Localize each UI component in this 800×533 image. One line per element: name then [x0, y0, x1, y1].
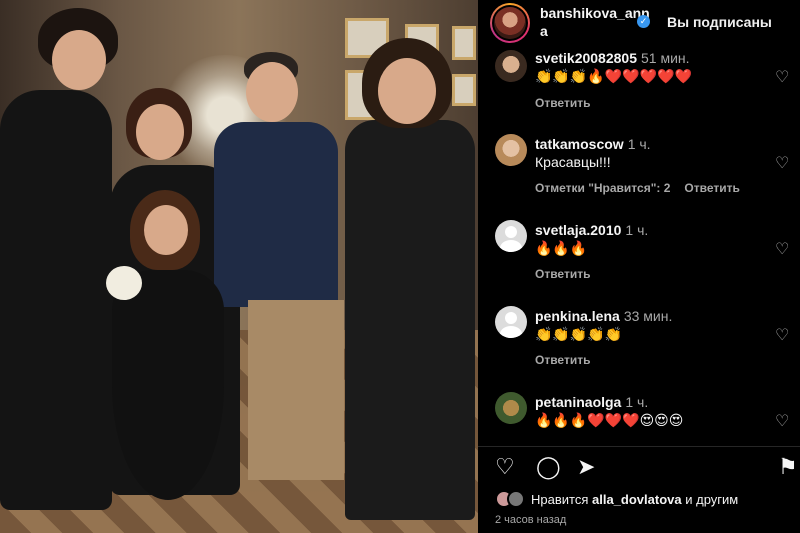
commenter-username[interactable]: svetlaja.2010 [535, 222, 621, 238]
post-time-ago: 2 часов назад [495, 514, 567, 526]
commenter-avatar[interactable] [495, 220, 527, 252]
comment-icon[interactable]: ◯ [536, 455, 561, 479]
commenter-username[interactable]: tatkamoscow [535, 136, 624, 152]
comment-like-heart-icon[interactable]: ♡ [775, 414, 791, 430]
commenter-avatar[interactable] [495, 50, 527, 82]
post-header: banshikova_anna ✓ Вы подписаны [478, 0, 800, 44]
wall-picture-frame [452, 26, 476, 60]
person-right-face [378, 58, 436, 124]
reply-button[interactable]: Ответить [535, 267, 590, 281]
likes-prefix: Нравится [531, 491, 589, 507]
person-woman-face [136, 104, 184, 160]
verified-icon: ✓ [637, 15, 650, 28]
comment-time: 1 ч. [625, 222, 649, 238]
comment-like-heart-icon[interactable]: ♡ [775, 156, 791, 172]
commenter-username[interactable]: petaninaolga [535, 394, 621, 410]
person-girl-face [144, 205, 188, 255]
bookmark-icon[interactable]: ⚑ [778, 455, 798, 479]
comment-text: 🔥🔥🔥 [535, 240, 588, 256]
commenter-avatar[interactable] [495, 134, 527, 166]
author-avatar[interactable] [490, 3, 530, 43]
comment-likes-count[interactable]: Отметки "Нравится": 2 [535, 181, 670, 195]
white-rose [106, 266, 142, 300]
comments-panel: banshikova_anna ✓ Вы подписаны svetik200… [478, 0, 800, 533]
reply-button[interactable]: Ответить [535, 96, 590, 110]
comment-time: 1 ч. [625, 394, 649, 410]
person-man-trousers [248, 300, 344, 480]
comment-like-heart-icon[interactable]: ♡ [775, 242, 791, 258]
comment-like-heart-icon[interactable]: ♡ [775, 70, 791, 86]
person-right [345, 120, 475, 520]
person-man-face [246, 62, 298, 122]
wall-picture-frame [452, 74, 476, 106]
comment-text: Красавцы!!! [535, 154, 611, 170]
follow-status-button[interactable]: Вы подписаны [667, 14, 772, 30]
person-man [214, 122, 338, 307]
comment-text: 👏👏👏👏👏 [535, 326, 623, 342]
comment-like-heart-icon[interactable]: ♡ [775, 328, 791, 344]
commenter-avatar[interactable] [495, 306, 527, 338]
comment-time: 51 мин. [641, 50, 690, 66]
likes-suffix[interactable]: и другим [685, 492, 738, 507]
liker-avatar [507, 490, 525, 508]
person-left [0, 90, 112, 510]
author-username[interactable]: banshikova_anna [540, 4, 650, 40]
likes-user-link[interactable]: alla_dovlatova [592, 492, 682, 507]
commenter-username[interactable]: penkina.lena [535, 308, 620, 324]
like-heart-icon[interactable]: ♡ [495, 455, 515, 479]
comment-text: 🔥🔥🔥❤️❤️❤️😍😍😍 [535, 412, 684, 428]
likes-summary[interactable]: Нравится alla_dovlatova и другим [495, 489, 738, 509]
share-icon[interactable]: ➤ [577, 455, 595, 479]
reply-button[interactable]: Ответить [535, 353, 590, 367]
person-girl-dress [112, 270, 224, 500]
commenter-avatar[interactable] [495, 392, 527, 424]
actions-divider [478, 446, 800, 447]
reply-button[interactable]: Ответить [684, 181, 739, 195]
commenter-username[interactable]: svetik20082805 [535, 50, 637, 66]
comment-text: 👏👏👏🔥❤️❤️❤️❤️❤️ [535, 68, 692, 84]
comment-time: 1 ч. [627, 136, 651, 152]
post-photo[interactable] [0, 0, 478, 533]
comment-time: 33 мин. [623, 308, 673, 324]
person-left-face [52, 30, 106, 90]
